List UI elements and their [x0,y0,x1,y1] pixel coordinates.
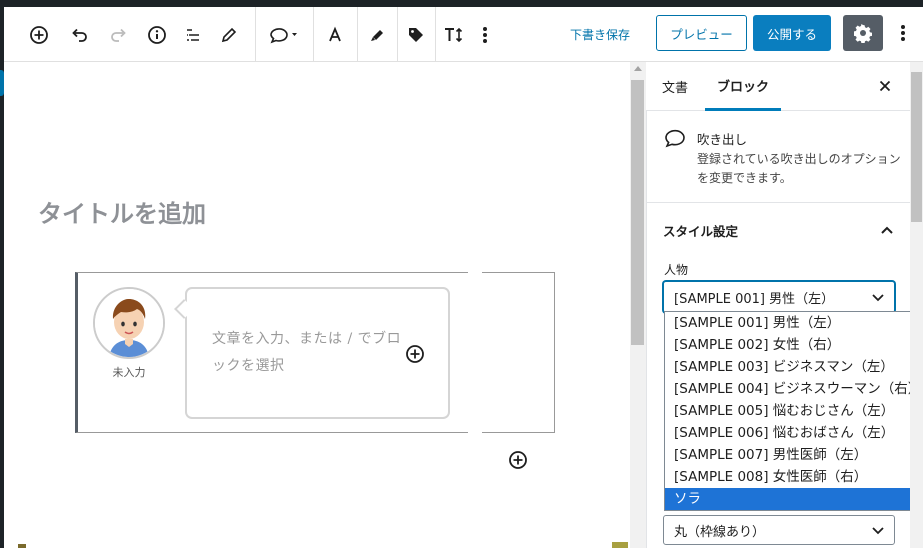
list-view-icon[interactable] [178,7,208,62]
style-settings-panel-title[interactable]: スタイル設定 [663,221,738,240]
background-fragment [18,544,26,548]
options-more-icon[interactable] [893,15,913,51]
avatar [93,287,165,359]
preview-button[interactable]: プレビュー [656,15,747,51]
dropdown-option-highlighted[interactable]: ソラ [665,488,918,510]
font-a-icon[interactable] [320,7,350,62]
tag-icon[interactable] [401,7,431,62]
append-block-plus-icon[interactable] [508,450,528,470]
tab-block[interactable]: ブロック [705,62,782,111]
editor-scrollbar-thumb[interactable] [631,80,644,345]
person-label: 人物 [664,263,689,277]
person-select[interactable]: [SAMPLE 001] 男性（左） [663,281,895,313]
avatar-name: 未入力 [112,366,146,379]
person-select-value: [SAMPLE 001] 男性（左） [674,291,835,307]
admin-menu-indicator [0,70,4,96]
chevron-down-icon [872,294,884,302]
dropdown-option[interactable]: [SAMPLE 005] 悩むおじさん（左） [665,400,918,422]
dropdown-option[interactable]: [SAMPLE 002] 女性（右） [665,334,918,356]
dropdown-option[interactable]: [SAMPLE 008] 女性医師（右） [665,466,918,488]
speech-bubble-icon [664,129,686,153]
dropdown-option[interactable]: [SAMPLE 003] ビジネスマン（左） [665,356,918,378]
publish-button[interactable]: 公開する [753,15,831,51]
sidebar-scrollbar-thumb[interactable] [911,72,922,222]
info-icon[interactable] [142,7,172,62]
more-vertical-icon[interactable] [472,7,498,62]
block-description: 登録されている吹き出しのオプションを変更できます。 [697,152,901,185]
screenshot-seam [468,62,482,548]
block-name: 吹き出し [697,132,748,147]
marker-icon[interactable] [362,7,392,62]
chevron-down-icon [872,527,884,535]
block-inserter-plus-icon[interactable] [405,344,425,364]
top-strip [0,0,923,7]
save-draft-button[interactable]: 下書き保存 [560,7,640,62]
speech-bubble-icon[interactable] [262,7,304,62]
post-title-input[interactable]: タイトルを追加 [38,194,206,229]
icon-style-select-value: 丸（枠線あり） [674,524,766,540]
bubble-text-placeholder[interactable]: 文章を入力、または / でブロックを選択 [212,326,402,380]
plus-circle-icon[interactable] [24,7,54,62]
icon-style-select[interactable]: 丸（枠線あり） [663,515,895,545]
person-dropdown-list: [SAMPLE 001] 男性（左） [SAMPLE 002] 女性（右） [S… [664,311,921,511]
pencil-icon[interactable] [214,7,244,62]
redo-icon[interactable] [104,7,134,62]
dropdown-option[interactable]: [SAMPLE 004] ビジネスウーマン（右） [665,378,921,400]
text-size-icon[interactable] [439,7,469,62]
dropdown-option[interactable]: [SAMPLE 006] 悩むおばさん（左） [665,422,918,444]
tab-document[interactable]: 文書 [662,62,688,111]
dropdown-option[interactable]: [SAMPLE 007] 男性医師（左） [665,444,918,466]
chevron-up-icon[interactable] [879,222,895,241]
background-fragment [612,542,628,548]
scroll-up-icon[interactable] [634,66,642,71]
close-icon[interactable] [876,77,894,95]
settings-gear-icon[interactable] [843,15,883,51]
undo-icon[interactable] [64,7,94,62]
dropdown-option[interactable]: [SAMPLE 001] 男性（左） [665,312,918,334]
